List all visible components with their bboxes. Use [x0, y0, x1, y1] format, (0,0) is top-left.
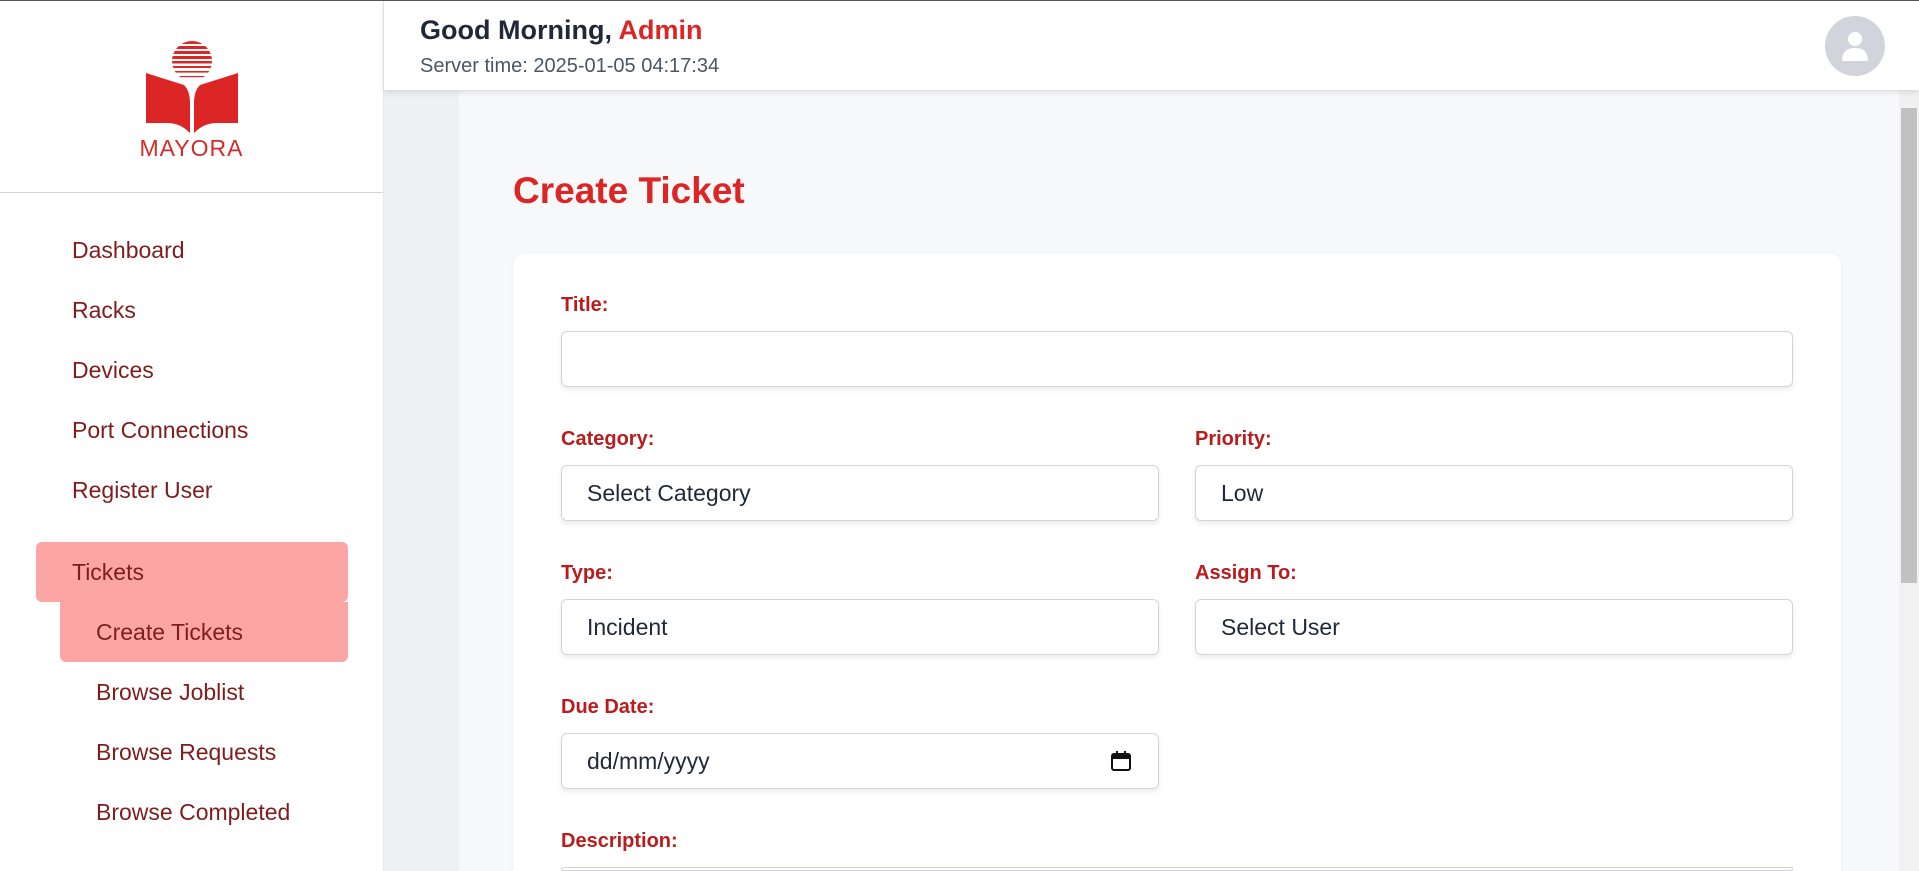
due-date-label: Due Date:: [561, 696, 655, 718]
title-label: Title:: [561, 294, 609, 316]
category-label: Category:: [561, 428, 655, 450]
server-time: Server time: 2025-01-05 04:17:34: [420, 55, 720, 77]
greeting-prefix: Good Morning,: [420, 15, 619, 45]
type-label: Type:: [561, 562, 613, 584]
title-input[interactable]: [561, 331, 1793, 387]
mayora-logo-mark: [145, 40, 238, 133]
priority-label: Priority:: [1195, 428, 1272, 450]
due-date-placeholder: dd/mm/yyyy: [587, 748, 710, 774]
description-label: Description:: [561, 830, 678, 852]
user-icon: [1842, 32, 1868, 61]
logo-text: MAYORA: [139, 134, 244, 161]
calendar-icon[interactable]: [1110, 750, 1132, 772]
logo[interactable]: MAYORA: [0, 0, 383, 193]
type-select[interactable]: Incident: [561, 599, 1159, 655]
greeting: Good Morning, Admin: [420, 15, 702, 46]
window-top-border: [0, 0, 1919, 1]
sidebar-subitem-browse-joblist[interactable]: Browse Joblist: [96, 672, 244, 712]
sidebar-item-devices[interactable]: Devices: [72, 350, 154, 390]
page-title: Create Ticket: [513, 170, 745, 211]
sidebar: MAYORA Dashboard Racks Devices Port Conn…: [0, 0, 384, 871]
due-date-input[interactable]: dd/mm/yyyy: [561, 733, 1159, 789]
sidebar-subitem-browse-completed[interactable]: Browse Completed: [96, 792, 290, 832]
sidebar-subitem-create-tickets[interactable]: Create Tickets: [60, 602, 348, 662]
top-header: Good Morning, Admin Server time: 2025-01…: [384, 1, 1919, 90]
priority-select[interactable]: Low: [1195, 465, 1793, 521]
greeting-user-name: Admin: [618, 15, 703, 45]
scrollbar-thumb[interactable]: [1901, 108, 1917, 583]
sidebar-item-register-user[interactable]: Register User: [72, 470, 213, 510]
description-textarea[interactable]: [561, 867, 1793, 871]
sidebar-subitem-browse-requests[interactable]: Browse Requests: [96, 732, 276, 772]
assign-to-label: Assign To:: [1195, 562, 1297, 584]
main-scrollbar[interactable]: [1899, 90, 1919, 871]
sidebar-item-dashboard[interactable]: Dashboard: [72, 230, 185, 270]
user-avatar[interactable]: [1825, 16, 1885, 76]
sidebar-item-racks[interactable]: Racks: [72, 290, 136, 330]
sidebar-item-tickets[interactable]: Tickets: [36, 542, 348, 602]
assign-to-select[interactable]: Select User: [1195, 599, 1793, 655]
sidebar-item-port-connections[interactable]: Port Connections: [72, 410, 248, 450]
category-select[interactable]: Select Category: [561, 465, 1159, 521]
